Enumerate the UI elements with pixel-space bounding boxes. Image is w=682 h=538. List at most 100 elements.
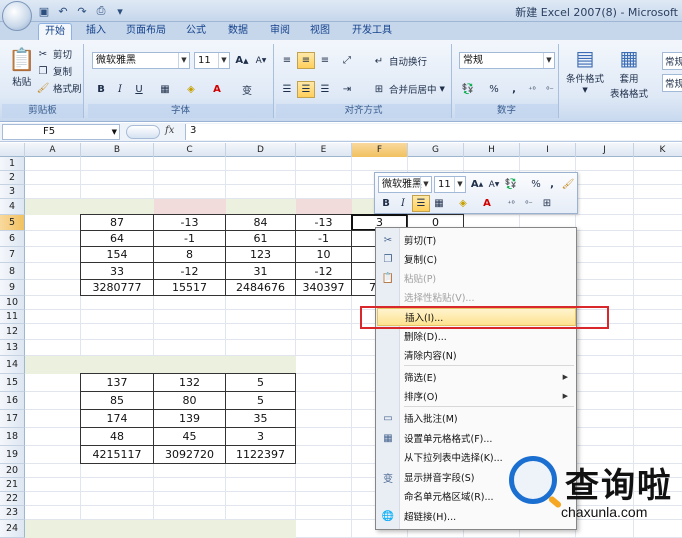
row-header[interactable]: 18: [0, 428, 25, 446]
menu-item-8[interactable]: 筛选(E) ▶: [377, 368, 576, 386]
table-cell[interactable]: 1122397: [225, 445, 296, 464]
tab-review[interactable]: 审阅: [264, 23, 296, 40]
format-painter-icon[interactable]: 🖌: [559, 176, 577, 193]
table-cell[interactable]: 85: [80, 391, 154, 410]
cell-style-normal-2[interactable]: 常规: [662, 74, 682, 92]
currency-icon[interactable]: 💱: [502, 176, 520, 193]
table-cell[interactable]: 4215117: [80, 445, 154, 464]
chevron-down-icon[interactable]: ▼: [420, 177, 431, 192]
tab-home[interactable]: 开始: [38, 23, 72, 40]
tab-data[interactable]: 数据: [222, 23, 254, 40]
chevron-down-icon[interactable]: ▼: [218, 53, 229, 68]
row-header[interactable]: 14: [0, 356, 25, 374]
tab-formulas[interactable]: 公式: [180, 23, 212, 40]
table-cell[interactable]: 5: [225, 391, 296, 410]
column-header[interactable]: J: [576, 143, 634, 157]
insert-function-button[interactable]: fx: [165, 125, 174, 136]
column-header[interactable]: I: [520, 143, 576, 157]
name-box[interactable]: F5 ▼: [2, 124, 120, 140]
table-cell[interactable]: 8: [153, 246, 226, 263]
table-cell[interactable]: 15517: [153, 279, 226, 296]
table-cell[interactable]: 154: [80, 246, 154, 263]
office-button[interactable]: [2, 1, 32, 31]
select-all-corner[interactable]: [0, 143, 25, 157]
align-right-icon[interactable]: ☰: [316, 81, 334, 98]
merge-center-button[interactable]: ⊞ 合并后居中 ▼: [372, 82, 445, 97]
table-cell[interactable]: 340397: [295, 279, 352, 296]
align-middle-icon[interactable]: ≡: [297, 52, 315, 69]
header-cell[interactable]: [154, 356, 226, 374]
cell-style-normal[interactable]: 常规: [662, 52, 682, 70]
table-cell[interactable]: 123: [225, 246, 296, 263]
indent-icon[interactable]: ⇥: [338, 81, 356, 98]
chevron-down-icon[interactable]: ▼: [112, 125, 117, 139]
chevron-down-icon[interactable]: ▼: [543, 53, 554, 68]
menu-item-6[interactable]: 删除(D)...: [377, 327, 576, 345]
table-cell[interactable]: 10: [295, 246, 352, 263]
row-header[interactable]: 19: [0, 446, 25, 464]
row-header[interactable]: 23: [0, 506, 25, 520]
table-cell[interactable]: 137: [80, 373, 154, 392]
row-header[interactable]: 15: [0, 374, 25, 392]
fill-color-icon[interactable]: ◈: [454, 195, 472, 212]
header-cell[interactable]: [154, 520, 226, 538]
header-cell[interactable]: [226, 199, 296, 215]
increase-decimal-icon[interactable]: ⁺⁰: [502, 195, 520, 212]
table-cell[interactable]: 33: [80, 262, 154, 280]
bold-button[interactable]: B: [92, 81, 110, 98]
column-header[interactable]: G: [408, 143, 464, 157]
table-cell[interactable]: -13: [153, 214, 226, 231]
table-cell[interactable]: 3092720: [153, 445, 226, 464]
header-cell[interactable]: [296, 199, 352, 215]
mini-italic-button[interactable]: I: [394, 195, 412, 212]
header-cell[interactable]: [226, 356, 296, 374]
table-cell[interactable]: 64: [80, 230, 154, 247]
border-icon[interactable]: ▦: [430, 195, 448, 212]
formula-bar-divider[interactable]: [126, 125, 160, 139]
grow-font-button[interactable]: A ▲: [233, 52, 251, 69]
fill-color-icon[interactable]: ◈: [182, 81, 200, 98]
shrink-font-button[interactable]: A ▼: [252, 52, 270, 69]
italic-button[interactable]: I: [111, 81, 129, 98]
column-header[interactable]: E: [296, 143, 352, 157]
copy-button[interactable]: ❐ 复制: [36, 64, 73, 79]
row-header[interactable]: 2: [0, 171, 25, 185]
undo-icon[interactable]: ↶: [55, 3, 71, 19]
column-header[interactable]: C: [154, 143, 226, 157]
formula-input[interactable]: 3: [185, 124, 682, 140]
row-header[interactable]: 24: [0, 520, 25, 538]
row-header[interactable]: 1: [0, 157, 25, 171]
align-left-icon[interactable]: ☰: [278, 81, 296, 98]
menu-item-4[interactable]: 选择性粘贴(V)...: [377, 288, 576, 306]
table-cell[interactable]: 3280777: [80, 279, 154, 296]
header-cell[interactable]: [81, 356, 154, 374]
menu-item-11[interactable]: ▦ 设置单元格格式(F)...: [377, 429, 576, 447]
font-name-combo[interactable]: 微软雅黑 ▼: [92, 52, 190, 69]
row-header[interactable]: 12: [0, 324, 25, 340]
header-cell[interactable]: [81, 520, 154, 538]
table-cell[interactable]: 132: [153, 373, 226, 392]
row-header[interactable]: 20: [0, 464, 25, 478]
chevron-down-icon[interactable]: ▼: [454, 177, 465, 192]
row-header[interactable]: 7: [0, 247, 25, 263]
column-header[interactable]: B: [81, 143, 154, 157]
header-cell[interactable]: [81, 199, 154, 215]
table-cell[interactable]: 35: [225, 409, 296, 428]
row-header[interactable]: 21: [0, 478, 25, 492]
table-cell[interactable]: -1: [295, 230, 352, 247]
font-color-button[interactable]: A: [208, 81, 226, 98]
menu-item-3[interactable]: 📋 粘贴(P): [377, 269, 576, 287]
table-cell[interactable]: 3: [225, 427, 296, 446]
format-painter-button[interactable]: 🖌 格式刷: [36, 81, 82, 96]
header-cell[interactable]: [25, 356, 81, 374]
align-bottom-icon[interactable]: ≡: [316, 52, 334, 69]
conditional-format-button[interactable]: ▤ 条件格式 ▼: [566, 46, 604, 94]
tab-page-layout[interactable]: 页面布局: [120, 23, 172, 40]
cut-button[interactable]: ✂ 剪切: [36, 47, 72, 62]
column-header[interactable]: A: [25, 143, 81, 157]
comma-button[interactable]: ,: [505, 81, 523, 98]
menu-item-2[interactable]: ❐ 复制(C): [377, 250, 576, 268]
table-cell[interactable]: 61: [225, 230, 296, 247]
format-as-table-button[interactable]: ▦ 套用 表格格式: [610, 46, 648, 100]
paste-button[interactable]: 📋 粘贴: [8, 48, 35, 88]
